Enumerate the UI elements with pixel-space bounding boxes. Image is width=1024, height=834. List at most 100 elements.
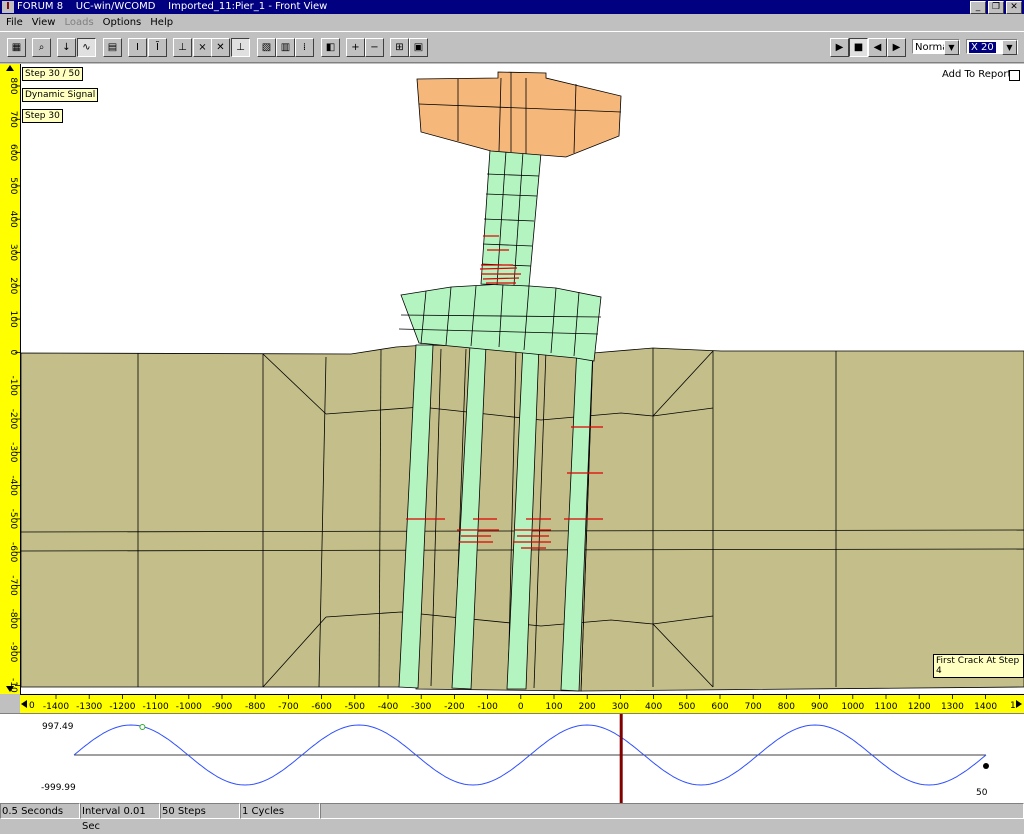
signal-peak-marker — [139, 724, 146, 730]
step-forward-icon[interactable]: ▶ — [887, 38, 906, 57]
v-tick-label: -900 — [8, 642, 18, 663]
add-to-report-checkbox[interactable] — [1009, 70, 1020, 81]
title-bar: I FORUM 8 UC-win/WCOMD Imported_11:Pier_… — [0, 0, 1024, 14]
hatch-vertical-icon[interactable]: ▥ — [276, 38, 295, 57]
zoom-out-icon[interactable]: − — [365, 38, 384, 57]
vertical-ruler-ticks: 800 700 600 500 400 300 200 100 0 -100 -200 -300 -40… — [6, 65, 20, 693]
signal-min-label: -999.99 — [41, 783, 76, 793]
status-bar: 0.5 Seconds Interval 0.01 Sec 50 Steps 1… — [0, 803, 1024, 832]
ruler-right-arrow-icon[interactable] — [1016, 700, 1022, 708]
status-interval: Interval 0.01 Sec — [80, 803, 160, 832]
h-left-label: 0 — [29, 701, 35, 711]
status-empty — [320, 803, 1024, 819]
first-crack-label: First Crack At Step 4 — [933, 654, 1024, 678]
section-ii-icon[interactable]: Ĩ — [148, 38, 167, 57]
scale-select[interactable]: X 20 ▼ — [966, 39, 1018, 55]
v-tick-label: -400 — [8, 475, 18, 496]
v-tick-label: 200 — [8, 277, 18, 294]
pier-model-drawing — [21, 71, 1024, 692]
minimize-icon[interactable]: _ — [970, 1, 986, 14]
load-arrow-icon[interactable]: ↓ — [57, 38, 76, 57]
chevron-down-icon[interactable]: ▼ — [944, 40, 959, 55]
ruler-up-arrow-icon[interactable] — [6, 65, 14, 71]
h-tick-label: 200 — [579, 702, 596, 712]
play-icon[interactable]: ▶ — [830, 38, 849, 57]
horizontal-ruler: 0 1 -1400 -1300 -1200 -1100 -1000 -900 -800 -700-… — [20, 694, 1024, 713]
frame-view-icon[interactable]: ▣ — [409, 38, 428, 57]
pier-icon[interactable]: ⊥ — [173, 38, 192, 57]
scale-select-value: X 20 — [969, 42, 996, 53]
chevron-down-icon[interactable]: ▼ — [1002, 40, 1017, 55]
h-tick-label: 1100 — [875, 702, 898, 712]
speed-select[interactable]: Normal ▼ — [912, 39, 960, 55]
h-tick-label: -1400 — [43, 702, 69, 712]
crack-icon[interactable]: ✕ — [211, 38, 230, 57]
h-tick-label: -800 — [245, 702, 266, 712]
signal-wave-icon[interactable]: ∿ — [77, 38, 96, 57]
h-tick-label: -1200 — [109, 702, 135, 712]
h-tick-label: 500 — [678, 702, 695, 712]
model-icon[interactable]: ▦ — [7, 38, 26, 57]
h-tick-label: 800 — [778, 702, 795, 712]
pier-cross-icon[interactable]: ⨯ — [193, 38, 212, 57]
add-to-report-label: Add To Report — [942, 69, 1012, 80]
menu-loads[interactable]: Loads — [61, 14, 96, 31]
h-tick-label: -1300 — [76, 702, 102, 712]
ruler-left-arrow-icon[interactable] — [21, 700, 27, 708]
menu-file[interactable]: File — [3, 14, 26, 31]
v-tick-label: -200 — [8, 409, 18, 430]
menu-view[interactable]: View — [29, 14, 59, 31]
step-back-icon[interactable]: ◀ — [868, 38, 887, 57]
dynamic-signal-graph[interactable]: 997.49 -999.99 50 — [0, 713, 1024, 804]
graph-icon[interactable]: ▤ — [103, 38, 122, 57]
h-tick-label: 1200 — [908, 702, 931, 712]
menu-options[interactable]: Options — [100, 14, 145, 31]
h-tick-label: -600 — [311, 702, 332, 712]
v-tick-label: 0 — [8, 350, 18, 356]
section-i-icon[interactable]: I — [128, 38, 147, 57]
grid-dots-icon[interactable]: ⁞ — [295, 38, 314, 57]
hatch-diagonal-icon[interactable]: ▧ — [257, 38, 276, 57]
stop-icon[interactable]: ■ — [849, 38, 868, 57]
color-fill-icon[interactable]: ◧ — [321, 38, 340, 57]
h-tick-label: 700 — [745, 702, 762, 712]
toolbar: ▦ ⌕ ↓ ∿ ▤ I Ĩ ⊥ ⨯ ✕ ⊥ ▧ ▥ ⁞ ◧ + − ⊞ ▣ ▶ … — [0, 31, 1024, 63]
h-tick-label: 1400 — [974, 702, 997, 712]
v-tick-label: 600 — [8, 144, 18, 161]
h-tick-label: 100 — [545, 702, 562, 712]
dynamic-signal-label: Dynamic Signal — [22, 88, 99, 102]
h-tick-label: 600 — [711, 702, 728, 712]
menu-bar: File View Loads Options Help — [0, 14, 1024, 31]
h-tick-label: -1000 — [176, 702, 202, 712]
fit-view-icon[interactable]: ⊞ — [390, 38, 409, 57]
restore-icon[interactable]: ❐ — [988, 1, 1004, 14]
status-steps: 50 Steps — [160, 803, 240, 819]
h-tick-label: 300 — [612, 702, 629, 712]
h-right-label: 1 — [1010, 701, 1016, 711]
v-tick-label: 700 — [8, 111, 18, 128]
h-tick-label: 400 — [645, 702, 662, 712]
step-counter-label: Step 30 / 50 — [22, 67, 84, 81]
h-tick-label: 1000 — [841, 702, 864, 712]
pier-cap — [416, 71, 622, 158]
h-tick-label: -500 — [345, 702, 366, 712]
h-tick-label: -1100 — [143, 702, 169, 712]
title-text: FORUM 8 UC-win/WCOMD Imported_11:Pier_1 … — [17, 1, 328, 12]
v-tick-label: 300 — [8, 244, 18, 261]
step-short-label: Step 30 — [22, 109, 63, 123]
menu-help[interactable]: Help — [147, 14, 176, 31]
zoom-view-icon[interactable]: ⌕ — [32, 38, 51, 57]
v-tick-label: -500 — [8, 509, 18, 530]
close-icon[interactable]: ✕ — [1006, 1, 1022, 14]
pier-crack-icon[interactable]: ⊥ — [231, 38, 250, 57]
v-tick-label: 800 — [8, 77, 18, 94]
column — [480, 149, 542, 287]
v-tick-label: -300 — [8, 442, 18, 463]
h-tick-label: 1300 — [941, 702, 964, 712]
vertical-ruler: 800 700 600 500 400 300 200 100 0 -100 -200 -300 -40… — [0, 64, 21, 694]
app-logo-icon: I — [2, 1, 14, 13]
front-view-canvas[interactable]: Step 30 / 50 Dynamic Signal Step 30 Add … — [21, 64, 1024, 694]
v-tick-label: -100 — [8, 375, 18, 396]
zoom-in-icon[interactable]: + — [346, 38, 365, 57]
signal-plot: 997.49 -999.99 50 — [41, 714, 989, 804]
